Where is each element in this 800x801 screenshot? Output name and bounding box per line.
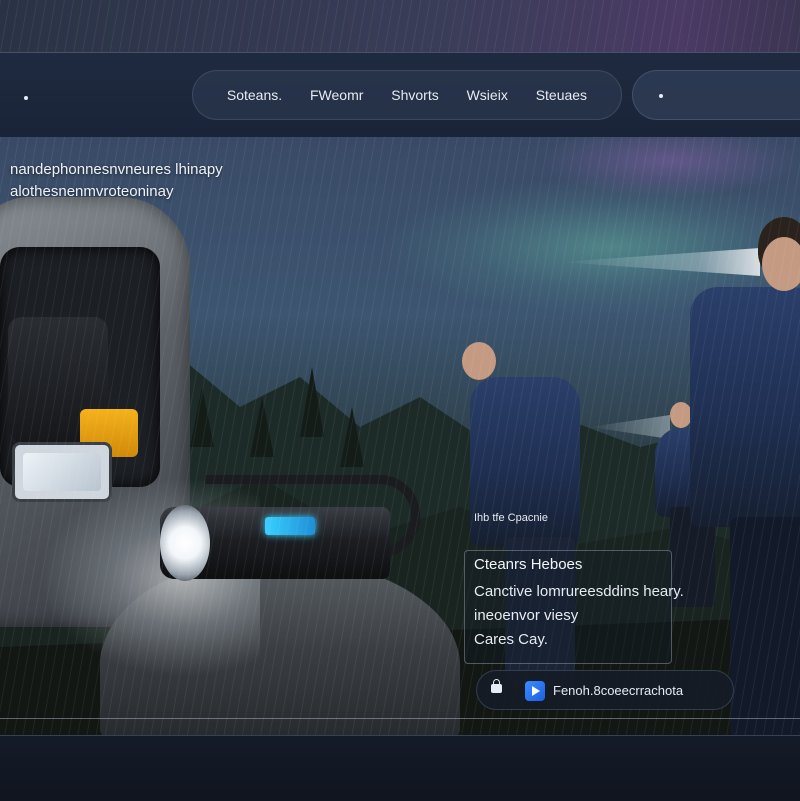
footer-strip	[0, 735, 800, 801]
play-icon	[525, 681, 545, 701]
hiker-center-head	[462, 342, 496, 380]
flashlight-lens	[160, 505, 210, 581]
main-nav: Soteans. FWeomr Shvorts Wsieix Steuaes	[192, 70, 622, 120]
hiker-right-head	[762, 237, 800, 291]
flashlight-indicator	[265, 517, 315, 535]
nav-item-fweomr[interactable]: FWeomr	[310, 87, 363, 103]
nav-item-wsieix[interactable]: Wsieix	[467, 87, 508, 103]
divider	[0, 718, 800, 719]
card-body: Canctive lomrureesddins heary. ineoenvor…	[474, 580, 684, 652]
hiker-far-head	[670, 402, 692, 428]
cta-label: Fenoh.8coeecrrachota	[553, 683, 684, 698]
card-kicker: Ihb tfe Cpacnie	[474, 512, 548, 524]
card-title: Cteanrs Heboes	[474, 556, 583, 573]
search-dot-icon	[659, 94, 663, 98]
search-input[interactable]	[632, 70, 800, 120]
site-header: Soteans. FWeomr Shvorts Wsieix Steuaes	[0, 52, 800, 138]
nav-item-soteans[interactable]: Soteans.	[227, 87, 282, 103]
nav-item-steuaes[interactable]: Steuaes	[536, 87, 587, 103]
top-backdrop	[0, 0, 800, 52]
lock-icon	[491, 679, 502, 693]
card-body-line: Canctive lomrureesddins heary.	[474, 583, 684, 600]
nav-item-shvorts[interactable]: Shvorts	[391, 87, 438, 103]
flashlight-image	[160, 505, 390, 581]
hiker-right-legs	[730, 517, 800, 735]
cta-button[interactable]: Fenoh.8coeecrrachota	[476, 670, 734, 710]
card-body-line: Cares Cay.	[474, 631, 548, 648]
card-body-line: ineoenvor viesy	[474, 607, 579, 624]
aurora-purple	[540, 137, 800, 197]
rain-overlay	[0, 0, 800, 52]
tagline-line: nandephonnesnvneures lhinapy	[10, 161, 223, 178]
dot-logo-icon[interactable]	[24, 96, 28, 100]
hiker-right	[690, 287, 800, 527]
